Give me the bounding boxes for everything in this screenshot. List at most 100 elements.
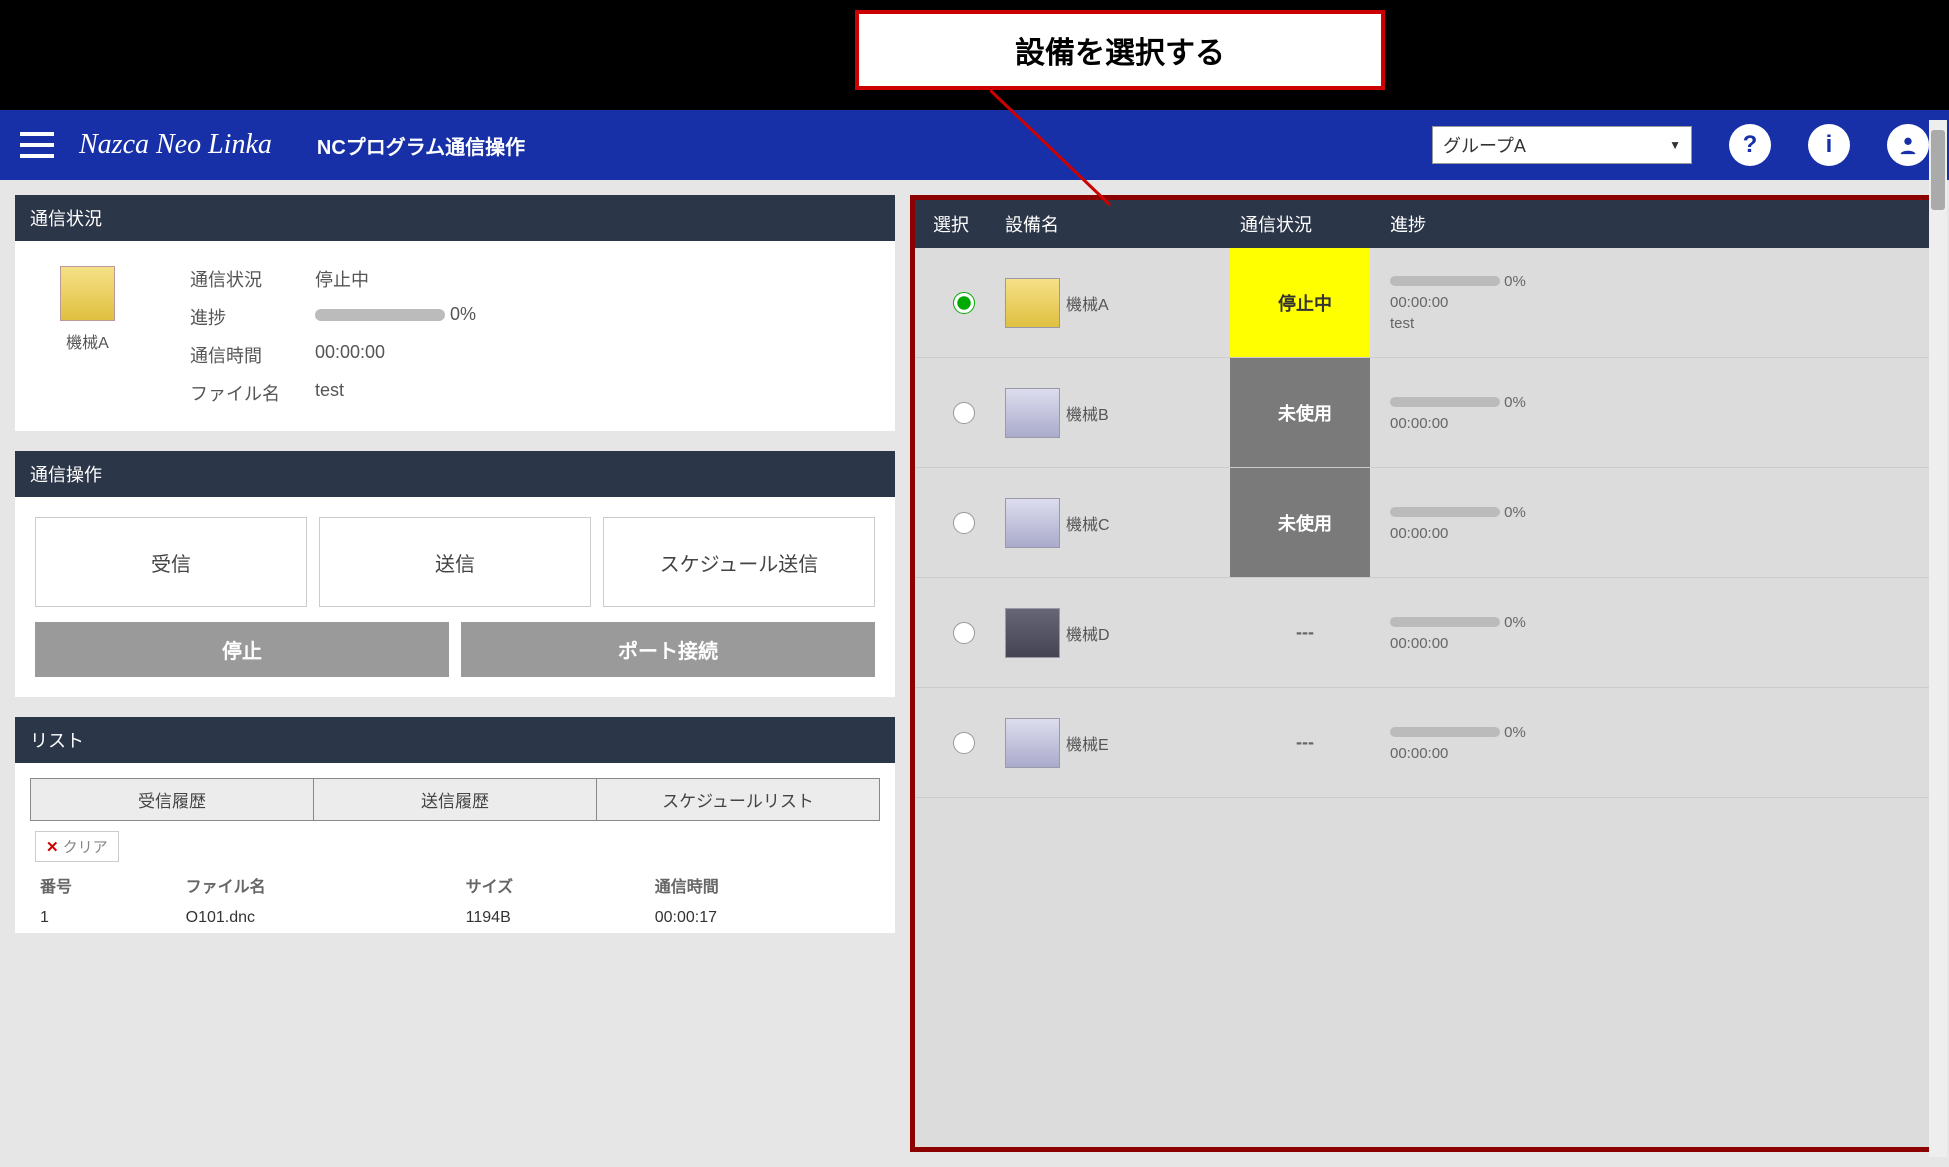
user-button[interactable] bbox=[1887, 124, 1929, 166]
main-area: 通信状況 機械A 通信状況 停止中 進捗 0% 通信時間 bbox=[0, 180, 1949, 1167]
progress-percent: 0% bbox=[1500, 614, 1526, 631]
table-row[interactable]: 1O101.dnc1194B00:00:17 bbox=[30, 903, 880, 933]
col-time: 通信時間 bbox=[645, 867, 880, 903]
group-select-value: グループA bbox=[1443, 132, 1526, 158]
page-title: NCプログラム通信操作 bbox=[317, 131, 525, 160]
callout-text: 設備を選択する bbox=[1015, 28, 1225, 72]
cell-size: 1194B bbox=[456, 903, 645, 933]
machine-icon bbox=[1005, 498, 1060, 548]
status-panel: 通信状況 機械A 通信状況 停止中 進捗 0% 通信時間 bbox=[15, 195, 895, 431]
chevron-down-icon: ▼ bbox=[1669, 138, 1681, 152]
tab-recv-history[interactable]: 受信履歴 bbox=[30, 778, 314, 821]
equipment-progress: 0%00:00:00test bbox=[1370, 248, 1929, 357]
machine-name: 機械A bbox=[66, 329, 109, 353]
progress-label: 進捗 bbox=[190, 304, 300, 330]
progress-percent: 0% bbox=[1500, 273, 1526, 290]
equipment-status: --- bbox=[1230, 578, 1370, 687]
progress-bar bbox=[1390, 397, 1500, 407]
file-table: 番号 ファイル名 サイズ 通信時間 1O101.dnc1194B00:00:17 bbox=[30, 867, 880, 933]
radio-select[interactable] bbox=[953, 292, 975, 314]
clear-button[interactable]: ✕ クリア bbox=[35, 831, 119, 862]
scrollbar[interactable] bbox=[1929, 120, 1947, 1157]
stop-button[interactable]: 停止 bbox=[35, 622, 449, 677]
port-connect-button[interactable]: ポート接続 bbox=[461, 622, 875, 677]
help-button[interactable]: ? bbox=[1729, 124, 1771, 166]
close-icon: ✕ bbox=[46, 838, 59, 856]
status-label: 通信状況 bbox=[190, 266, 300, 292]
equipment-status: 未使用 bbox=[1230, 358, 1370, 467]
radio-select[interactable] bbox=[953, 512, 975, 534]
progress-percent: 0% bbox=[1500, 394, 1526, 411]
equipment-progress: 0% 00:00:00 bbox=[1370, 578, 1929, 687]
equipment-progress: 0%00:00:00 bbox=[1370, 358, 1929, 467]
equipment-name: 機械E bbox=[1066, 731, 1109, 755]
user-icon bbox=[1897, 134, 1919, 156]
list-tabs: 受信履歴 送信履歴 スケジュールリスト bbox=[30, 778, 880, 821]
equipment-status: --- bbox=[1230, 688, 1370, 797]
cell-time: 00:00:17 bbox=[645, 903, 880, 933]
app-shell: Nazca Neo Linka NCプログラム通信操作 グループA ▼ ? i … bbox=[0, 110, 1949, 1167]
cell-no: 1 bbox=[30, 903, 176, 933]
equipment-panel: 選択 設備名 通信状況 進捗 機械A停止中 0%00:00:00test機械B未… bbox=[910, 195, 1934, 1152]
progress-bar bbox=[1390, 276, 1500, 286]
time-value: 00:00:00 bbox=[315, 342, 476, 368]
equipment-row[interactable]: 機械E --- 0% 00:00:00 bbox=[915, 688, 1929, 798]
filename-label: ファイル名 bbox=[190, 380, 300, 406]
equipment-row[interactable]: 機械B未使用 0%00:00:00 bbox=[915, 358, 1929, 468]
info-button[interactable]: i bbox=[1808, 124, 1850, 166]
left-column: 通信状況 機械A 通信状況 停止中 進捗 0% 通信時間 bbox=[15, 195, 895, 1152]
receive-button[interactable]: 受信 bbox=[35, 517, 307, 607]
equipment-status: 停止中 bbox=[1230, 248, 1370, 357]
progress-time: 00:00:00 bbox=[1390, 745, 1929, 762]
machine-icon bbox=[1005, 388, 1060, 438]
ops-panel-title: 通信操作 bbox=[15, 451, 895, 497]
equipment-name: 機械C bbox=[1066, 511, 1110, 535]
progress-percent: 0% bbox=[1500, 504, 1526, 521]
equipment-row[interactable]: 機械A停止中 0%00:00:00test bbox=[915, 248, 1929, 358]
list-panel-title: リスト bbox=[15, 717, 895, 763]
col-no: 番号 bbox=[30, 867, 176, 903]
equipment-row[interactable]: 機械D --- 0% 00:00:00 bbox=[915, 578, 1929, 688]
equipment-row[interactable]: 機械C未使用 0%00:00:00 bbox=[915, 468, 1929, 578]
app-title: Nazca Neo Linka bbox=[79, 129, 272, 161]
right-column: 選択 設備名 通信状況 進捗 機械A停止中 0%00:00:00test機械B未… bbox=[910, 195, 1934, 1152]
list-panel: リスト 受信履歴 送信履歴 スケジュールリスト ✕ クリア 番号 ファイル名 サ… bbox=[15, 717, 895, 933]
col-comm-status: 通信状況 bbox=[1230, 211, 1370, 237]
equipment-progress: 0% 00:00:00 bbox=[1370, 468, 1929, 577]
equipment-name: 機械D bbox=[1066, 621, 1110, 645]
progress-value: 0% bbox=[315, 304, 476, 330]
time-label: 通信時間 bbox=[190, 342, 300, 368]
radio-select[interactable] bbox=[953, 622, 975, 644]
progress-time: 00:00:00 bbox=[1390, 525, 1929, 542]
send-button[interactable]: 送信 bbox=[319, 517, 591, 607]
radio-select[interactable] bbox=[953, 732, 975, 754]
machine-icon bbox=[1005, 608, 1060, 658]
progress-bar bbox=[1390, 727, 1500, 737]
progress-time: 00:00:00 bbox=[1390, 635, 1929, 652]
tab-schedule-list[interactable]: スケジュールリスト bbox=[597, 778, 880, 821]
col-select: 選択 bbox=[915, 211, 995, 237]
menu-icon[interactable] bbox=[20, 132, 54, 158]
ops-panel: 通信操作 受信 送信 スケジュール送信 停止 ポート接続 bbox=[15, 451, 895, 697]
scrollbar-thumb[interactable] bbox=[1931, 130, 1945, 210]
radio-select[interactable] bbox=[953, 402, 975, 424]
callout-box: 設備を選択する bbox=[855, 10, 1385, 90]
header-bar: Nazca Neo Linka NCプログラム通信操作 グループA ▼ ? i bbox=[0, 110, 1949, 180]
machine-icon bbox=[60, 266, 115, 321]
progress-bar bbox=[1390, 617, 1500, 627]
progress-percent: 0% bbox=[1500, 724, 1526, 741]
equipment-progress: 0% 00:00:00 bbox=[1370, 688, 1929, 797]
filename-value: test bbox=[315, 380, 476, 406]
progress-bar bbox=[1390, 507, 1500, 517]
col-size: サイズ bbox=[456, 867, 645, 903]
group-select[interactable]: グループA ▼ bbox=[1432, 126, 1692, 164]
status-panel-title: 通信状況 bbox=[15, 195, 895, 241]
col-equipment-name: 設備名 bbox=[995, 211, 1230, 237]
status-table: 通信状況 停止中 進捗 0% 通信時間 00:00:00 ファイル名 test bbox=[190, 266, 476, 406]
machine-icon bbox=[1005, 718, 1060, 768]
equipment-rows: 機械A停止中 0%00:00:00test機械B未使用 0%00:00:00 機械… bbox=[915, 248, 1929, 798]
schedule-send-button[interactable]: スケジュール送信 bbox=[603, 517, 875, 607]
tab-send-history[interactable]: 送信履歴 bbox=[314, 778, 597, 821]
col-progress: 進捗 bbox=[1370, 211, 1929, 237]
col-file: ファイル名 bbox=[176, 867, 456, 903]
